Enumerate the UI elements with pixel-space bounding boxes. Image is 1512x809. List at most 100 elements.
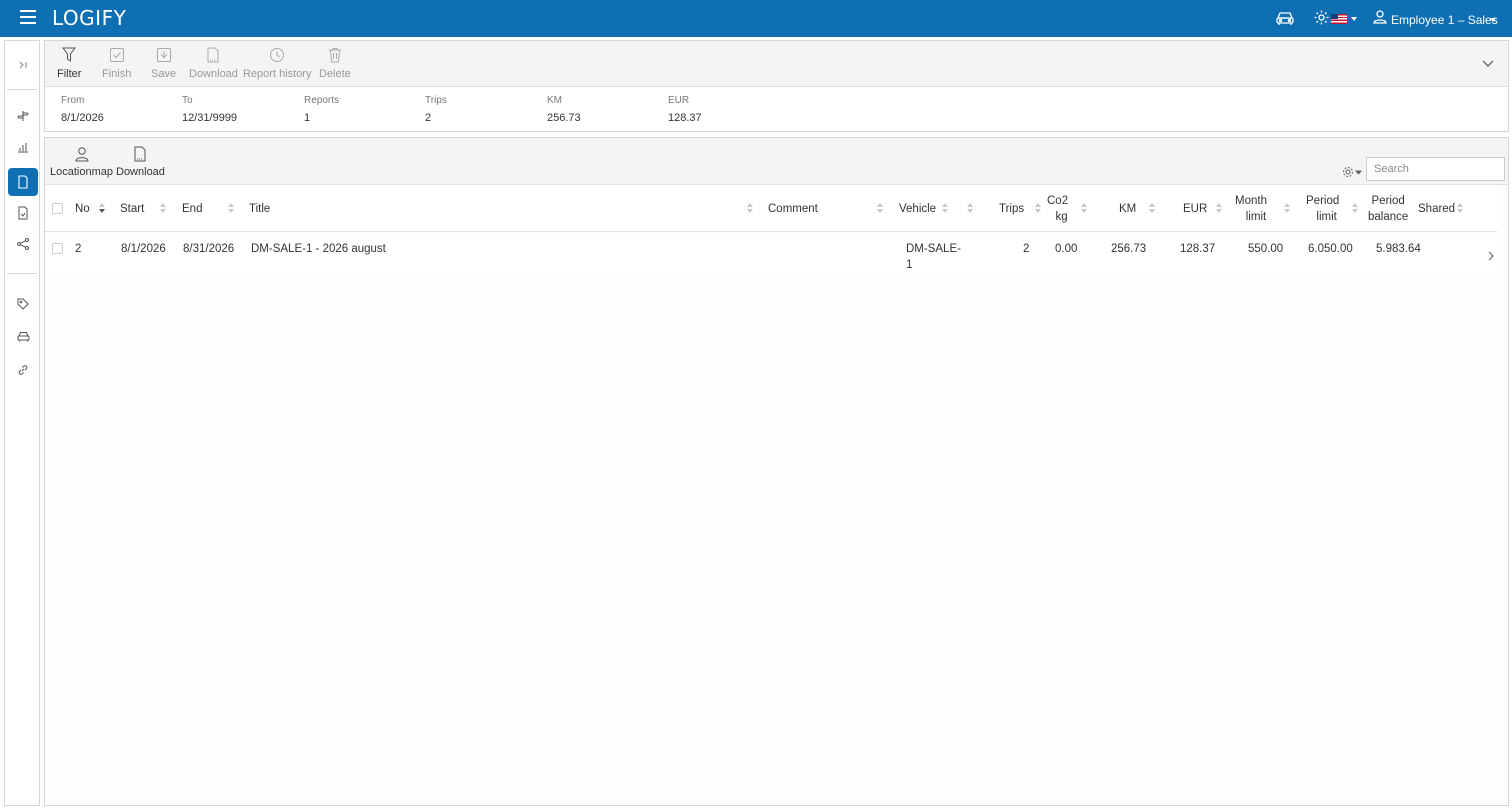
sort-eur-icon[interactable] bbox=[1216, 203, 1222, 215]
save-button[interactable]: Save bbox=[151, 47, 176, 80]
statistics-chart-icon[interactable] bbox=[8, 133, 38, 161]
table-row[interactable]: 2 8/1/2026 8/31/2026 DM-SALE-1 - 2026 au… bbox=[45, 233, 1497, 277]
column-eur-label: EUR bbox=[1183, 203, 1208, 215]
hamburger-menu-icon[interactable] bbox=[20, 10, 36, 24]
column-comment-label: Comment bbox=[768, 203, 818, 215]
tag-icon[interactable] bbox=[8, 290, 38, 318]
sort-km-icon[interactable] bbox=[1149, 203, 1155, 215]
trips-value: 2 bbox=[425, 112, 432, 124]
column-header-trips[interactable]: Trips bbox=[999, 186, 1024, 232]
sort-end-icon[interactable] bbox=[228, 203, 234, 215]
column-header-comment[interactable]: Comment bbox=[768, 186, 818, 232]
column-co2-label-line1: Co2 bbox=[1047, 195, 1069, 207]
column-header-end[interactable]: End bbox=[182, 186, 202, 232]
column-header-period-limit[interactable]: Period limit bbox=[1306, 186, 1339, 232]
filter-button[interactable]: Filter bbox=[57, 47, 81, 80]
cell-vehicle-line1: DM-SALE- bbox=[906, 243, 961, 255]
grid-settings-gear-icon[interactable] bbox=[1342, 166, 1363, 181]
expense-document-icon[interactable] bbox=[8, 199, 38, 227]
sort-co2-icon[interactable] bbox=[1081, 203, 1087, 215]
sort-comment-icon[interactable] bbox=[877, 203, 883, 215]
search-input[interactable] bbox=[1366, 157, 1505, 181]
download-button[interactable]: Download bbox=[189, 47, 238, 80]
eur-label: EUR bbox=[668, 95, 690, 106]
sort-vehicle-icon-b[interactable] bbox=[967, 203, 973, 215]
report-history-button[interactable]: Report history bbox=[243, 47, 311, 80]
km-value: 256.73 bbox=[547, 112, 581, 124]
language-caret-icon[interactable] bbox=[1351, 17, 1357, 21]
column-header-title[interactable]: Title bbox=[249, 186, 270, 232]
gear-icon[interactable] bbox=[1313, 9, 1330, 29]
select-all-checkbox[interactable] bbox=[52, 203, 63, 214]
cell-start: 8/1/2026 bbox=[121, 243, 166, 255]
link-icon[interactable] bbox=[8, 356, 38, 384]
grid-download-button[interactable]: Download bbox=[116, 146, 165, 178]
delete-button[interactable]: Delete bbox=[319, 47, 351, 80]
sort-period-limit-icon[interactable] bbox=[1352, 203, 1358, 215]
sort-title-icon[interactable] bbox=[747, 203, 753, 215]
column-header-km[interactable]: KM bbox=[1119, 186, 1136, 232]
finish-check-icon bbox=[102, 47, 131, 65]
column-header-month-limit[interactable]: Month limit bbox=[1235, 186, 1267, 232]
column-header-vehicle[interactable]: Vehicle bbox=[899, 186, 936, 232]
eur-value: 128.37 bbox=[668, 112, 702, 124]
from-label: From bbox=[61, 95, 85, 106]
column-header-shared[interactable]: Shared bbox=[1418, 186, 1455, 232]
car-icon[interactable] bbox=[1275, 10, 1295, 29]
column-header-start[interactable]: Start bbox=[120, 186, 144, 232]
cell-km: 256.73 bbox=[1111, 243, 1147, 255]
to-value: 12/31/9999 bbox=[182, 112, 238, 124]
report-history-label: Report history bbox=[243, 68, 312, 80]
column-header-eur[interactable]: EUR bbox=[1183, 186, 1207, 232]
reports-value: 1 bbox=[304, 112, 311, 124]
user-menu-name[interactable]: Employee 1 – Sales bbox=[1391, 13, 1498, 27]
trips-signpost-icon[interactable] bbox=[8, 102, 38, 130]
vehicle-car-icon[interactable] bbox=[8, 322, 38, 350]
app-logo[interactable]: LOGIFY bbox=[52, 6, 126, 30]
sort-month-limit-icon[interactable] bbox=[1284, 203, 1290, 215]
cell-period-limit: 6.050.00 bbox=[1308, 243, 1353, 255]
expand-rail-icon[interactable] bbox=[8, 51, 38, 79]
reports-document-icon[interactable] bbox=[8, 168, 38, 196]
share-icon[interactable] bbox=[8, 230, 38, 258]
column-period-limit-label-line1: Period bbox=[1306, 195, 1340, 207]
column-period-balance-label-line1: Period bbox=[1371, 195, 1405, 207]
column-end-label: End bbox=[182, 203, 203, 215]
locationmap-button[interactable]: Locationmap bbox=[50, 146, 113, 178]
trips-label: Trips bbox=[425, 95, 447, 106]
sort-trips-icon[interactable] bbox=[1035, 203, 1041, 215]
sort-no-icon[interactable] bbox=[99, 203, 105, 215]
column-co2-label-line2: kg bbox=[1055, 211, 1068, 223]
row-checkbox[interactable] bbox=[52, 243, 63, 254]
cell-trips: 2 bbox=[1023, 243, 1030, 255]
finish-button[interactable]: Finish bbox=[102, 47, 131, 80]
collapse-chevron-down-icon[interactable] bbox=[1482, 57, 1494, 71]
us-flag-icon[interactable] bbox=[1331, 14, 1347, 24]
cell-eur: 128.37 bbox=[1180, 243, 1216, 255]
report-summary-panel: Filter Finish Save Download Report histo… bbox=[44, 40, 1509, 132]
sort-start-icon[interactable] bbox=[160, 203, 166, 215]
column-header-no[interactable]: No bbox=[75, 186, 90, 232]
column-trips-label: Trips bbox=[999, 203, 1025, 215]
user-icon[interactable] bbox=[1372, 9, 1388, 28]
cell-vehicle-line2: 1 bbox=[906, 259, 913, 271]
sort-vehicle-icon-a[interactable] bbox=[942, 203, 948, 215]
top-bar: LOGIFY Employee 1 – Sales bbox=[0, 0, 1512, 37]
row-chevron-right-icon[interactable] bbox=[1488, 250, 1494, 264]
sort-shared-icon[interactable] bbox=[1457, 203, 1463, 215]
cell-month-limit: 550.00 bbox=[1248, 243, 1284, 255]
save-icon bbox=[151, 47, 176, 65]
finish-label: Finish bbox=[102, 68, 132, 80]
grid-download-document-icon bbox=[116, 146, 165, 164]
column-shared-label: Shared bbox=[1418, 203, 1456, 215]
column-header-co2[interactable]: Co2 kg bbox=[1047, 186, 1068, 232]
column-header-period-balance[interactable]: Period balance bbox=[1368, 186, 1408, 232]
rail-divider bbox=[7, 89, 37, 90]
left-nav-rail bbox=[4, 40, 40, 806]
rail-divider bbox=[7, 273, 37, 274]
location-person-icon bbox=[50, 146, 113, 164]
cell-no: 2 bbox=[75, 243, 82, 255]
to-label: To bbox=[182, 95, 193, 106]
summary-reports: Reports 1 bbox=[304, 95, 339, 124]
user-menu-caret-icon[interactable] bbox=[1490, 18, 1496, 22]
